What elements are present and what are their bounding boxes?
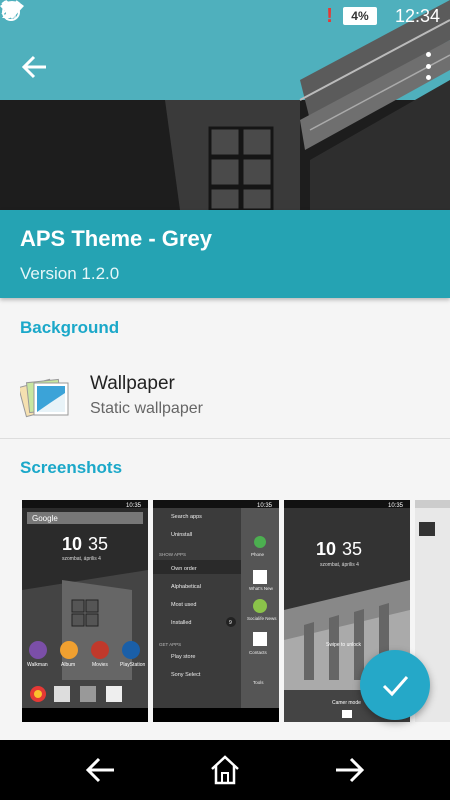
shot2-menu-0: Search apps: [171, 514, 202, 520]
section-background-header: Background: [20, 318, 120, 337]
shot3-time-h: 10: [316, 539, 336, 559]
more-vert-icon: [425, 52, 431, 57]
nav-home-button[interactable]: [208, 753, 242, 787]
shot3-status-time: 10:35: [388, 503, 404, 509]
section-screenshots-header: Screenshots: [20, 458, 123, 477]
shot2-side-2: Socialife News: [247, 616, 277, 621]
status-time: 12:34: [394, 5, 440, 26]
shot1-time-m: 35: [88, 534, 108, 554]
arrow-left-icon: [21, 55, 46, 79]
wallpaper-title: Wallpaper: [90, 373, 175, 394]
check-icon: [382, 676, 409, 697]
status-bar: ! 4% 12:34: [0, 0, 450, 32]
signal-icon: [2, 2, 16, 18]
home-icon: [211, 755, 239, 785]
nav-back-button[interactable]: [84, 755, 116, 785]
shot2-get-apps-header: GET APPS: [159, 642, 181, 647]
arrow-right-icon: [336, 757, 365, 783]
arrow-left-icon: [85, 757, 114, 783]
shot1-date: szombat, április 4: [62, 556, 101, 562]
shot1-app-0: Walkman: [27, 662, 48, 668]
battery-alert-icon: !: [326, 4, 333, 27]
screenshot-home-image: 10:35 Google 10 35 szombat, április 4 Wa…: [22, 500, 148, 722]
theme-header-image: ! 4% 12:34: [0, 0, 450, 210]
apply-theme-fab[interactable]: [360, 650, 430, 720]
shot2-status-time: 10:35: [257, 503, 273, 509]
shot1-status-time: 10:35: [126, 503, 142, 509]
divider: [0, 438, 450, 439]
shot2-show-0: Own order: [171, 566, 197, 572]
shot2-show-1: Alphabetical: [171, 584, 201, 590]
shot3-date: szombat, április 4: [320, 562, 359, 568]
shot2-installed-count: 9: [229, 620, 232, 626]
shot1-app-1: Album: [61, 662, 75, 668]
shot2-show-3: Installed: [171, 620, 192, 626]
theme-version: Version 1.2.0: [20, 264, 120, 283]
wallpaper-description: Static wallpaper: [90, 400, 203, 417]
shot2-side-3: Contacts: [249, 650, 268, 655]
screenshot-drawer-image: 10:35 Search apps Uninstall SHOW APPS Ow…: [153, 500, 279, 722]
shot2-menu-1: Uninstall: [171, 532, 192, 538]
shot1-app-2: Movies: [92, 662, 108, 668]
more-options-button[interactable]: [424, 52, 432, 80]
back-button[interactable]: [18, 50, 52, 84]
shot1-app-3: PlayStation: [120, 662, 146, 668]
shot3-hint: Swipe to unlock: [326, 642, 362, 648]
shot1-time-h: 10: [62, 534, 82, 554]
screenshot-home[interactable]: 10:35 Google 10 35 szombat, április 4 Wa…: [22, 500, 148, 722]
shot2-side-0: Phone: [251, 552, 265, 557]
theme-title-bar: APS Theme - Grey Version 1.2.0: [0, 210, 450, 298]
battery-icon: 4%: [342, 7, 377, 25]
shot2-show-2: Most used: [171, 602, 196, 608]
shot3-time-m: 35: [342, 539, 362, 559]
shot2-get-0: Play store: [171, 654, 195, 660]
shot2-show-apps-header: SHOW APPS: [159, 552, 186, 557]
nav-forward-button[interactable]: [334, 755, 366, 785]
screen: ! 4% 12:34 APS Theme - Grey Version 1.2.…: [0, 0, 450, 800]
shot1-search: Google: [32, 514, 58, 523]
app-bar: [0, 32, 450, 100]
shot2-get-1: Sony Select: [171, 672, 201, 678]
theme-title: APS Theme - Grey: [20, 226, 212, 251]
shot2-side-1: What's New: [249, 586, 274, 591]
wallpaper-icon: [20, 378, 69, 418]
wallpaper-item[interactable]: Wallpaper Static wallpaper: [0, 355, 450, 437]
navigation-bar: [0, 740, 450, 800]
shot2-side-4: Tools: [253, 680, 264, 685]
screenshot-app-drawer[interactable]: 10:35 Search apps Uninstall SHOW APPS Ow…: [153, 500, 279, 722]
shot3-camera: Camer mode: [332, 700, 361, 706]
